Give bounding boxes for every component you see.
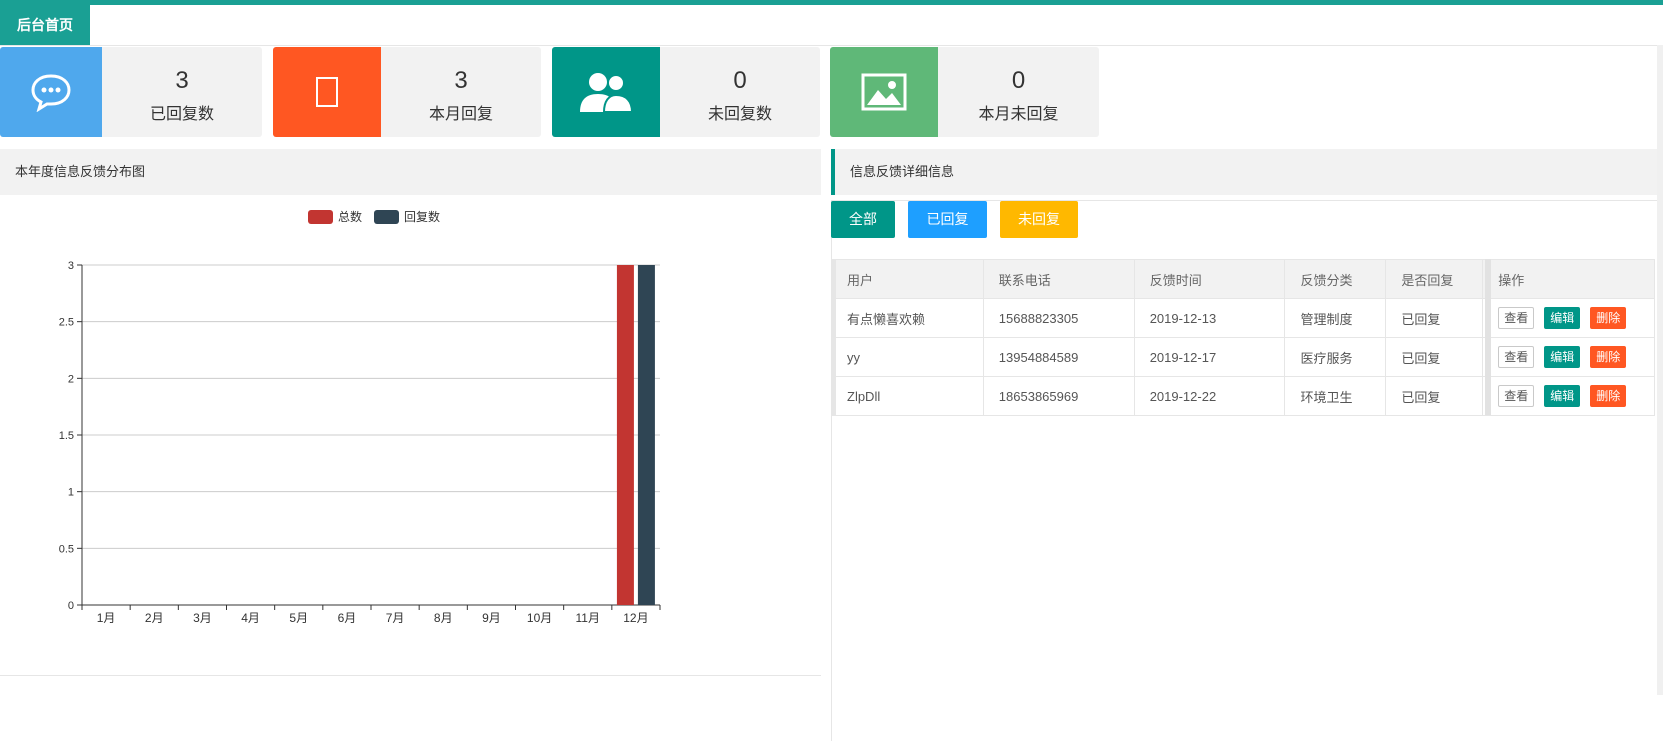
x-tick-label: 1月 (97, 611, 116, 625)
chart-panel-title: 本年度信息反馈分布图 (15, 164, 146, 179)
cell-user: 有点懒喜欢赖 (831, 298, 984, 338)
legend-label: 回复数 (404, 209, 440, 224)
cell-replied: 已回复 (1385, 298, 1484, 338)
legend-label: 总数 (338, 209, 362, 224)
x-tick-label: 2月 (145, 611, 164, 625)
legend-swatch (374, 210, 399, 224)
delete-button[interactable]: 删除 (1590, 385, 1627, 407)
filter-unreplied-button[interactable]: 未回复 (1000, 201, 1078, 238)
stat-icon-box (552, 47, 660, 137)
edit-button[interactable]: 编辑 (1544, 385, 1581, 407)
x-tick-label: 11月 (576, 611, 600, 625)
tab-bar: 后台首页 (0, 5, 1663, 46)
stat-card-month-unreplied: 0 本月未回复 (830, 47, 1099, 137)
edit-button[interactable]: 编辑 (1544, 346, 1581, 368)
y-tick-label: 1.5 (59, 430, 74, 442)
stat-label: 未回复数 (707, 106, 772, 123)
cell-actions: 查看 编辑 删除 (1482, 337, 1655, 377)
cell-user: ZlpDll (831, 376, 984, 416)
filter-replied-button[interactable]: 已回复 (908, 201, 987, 238)
stat-label: 本月回复 (428, 106, 493, 123)
image-icon (861, 73, 907, 111)
x-tick-label: 4月 (241, 611, 260, 625)
feedback-bar-chart: 0 0.5 1 1.5 2 2.5 3 1月 2月 3月 4月 5月 6月 7月 8月 9月 10月 11月 12月… (59, 209, 661, 625)
stat-card-month-replied: 3 本月回复 (273, 47, 541, 137)
header-actions: 操作 (1482, 259, 1655, 299)
detail-panel-header: 信息反馈详细信息 (831, 149, 1663, 195)
cell-actions: 查看 编辑 删除 (1482, 298, 1655, 338)
stat-label: 本月未回复 (978, 106, 1059, 123)
y-tick-label: 2.5 (59, 317, 74, 329)
x-tick-label: 5月 (289, 611, 308, 625)
x-tick-label: 7月 (386, 611, 405, 625)
header-replied[interactable]: 是否回复 (1385, 259, 1484, 299)
cell-category: 管理制度 (1284, 298, 1387, 338)
x-tick-label: 12月 (623, 611, 648, 625)
chat-bubble-icon (31, 74, 71, 112)
y-tick-label: 2 (68, 373, 74, 385)
header-category[interactable]: 反馈分类 (1284, 259, 1387, 299)
bar-total (616, 265, 634, 605)
cell-phone: 18653865969 (982, 376, 1135, 416)
cell-category: 环境卫生 (1284, 376, 1387, 416)
cell-replied: 已回复 (1385, 376, 1484, 416)
stat-value: 3 (175, 67, 189, 94)
cell-user: yy (831, 337, 984, 377)
table-row[interactable]: ZlpDll 18653865969 2019-12-22 环境卫生 已回复 查… (831, 376, 1655, 416)
table-row[interactable]: 有点懒喜欢赖 15688823305 2019-12-13 管理制度 已回复 查… (831, 298, 1655, 338)
stat-icon-box (273, 47, 381, 137)
y-tick-label: 0.5 (59, 543, 74, 555)
view-button[interactable]: 查看 (1498, 346, 1535, 368)
header-time[interactable]: 反馈时间 (1133, 259, 1286, 299)
delete-button[interactable]: 删除 (1590, 307, 1627, 329)
cell-phone: 13954884589 (982, 337, 1135, 377)
page-scrollbar[interactable] (1657, 45, 1663, 695)
table-header-row: 用户 联系电话 反馈时间 反馈分类 是否回复 操作 (831, 259, 1655, 299)
legend-swatch (308, 210, 333, 224)
table-fixed-column-divider (1485, 259, 1491, 415)
delete-button[interactable]: 删除 (1590, 346, 1627, 368)
cell-category: 医疗服务 (1284, 337, 1387, 377)
x-tick-label: 3月 (193, 611, 212, 625)
cell-replied: 已回复 (1385, 337, 1484, 377)
header-phone[interactable]: 联系电话 (982, 259, 1135, 299)
view-button[interactable]: 查看 (1498, 307, 1535, 329)
x-tick-label: 10月 (527, 611, 552, 625)
stat-icon-box (0, 47, 102, 137)
stat-value: 3 (454, 67, 468, 94)
filter-all-button[interactable]: 全部 (831, 201, 895, 238)
users-icon (580, 73, 634, 113)
cell-time: 2019-12-22 (1133, 376, 1286, 416)
cell-actions: 查看 编辑 删除 (1482, 376, 1655, 416)
table-left-edge (831, 259, 836, 415)
header-user[interactable]: 用户 (831, 259, 984, 299)
edit-button[interactable]: 编辑 (1544, 307, 1581, 329)
table-row[interactable]: yy 13954884589 2019-12-17 医疗服务 已回复 查看 编辑删… (831, 337, 1655, 377)
stat-card-replied: 3 已回复数 (0, 47, 262, 137)
x-tick-label: 8月 (434, 611, 453, 625)
stat-value: 0 (1011, 67, 1026, 94)
view-button[interactable]: 查看 (1498, 385, 1535, 407)
cell-time: 2019-12-17 (1133, 337, 1286, 377)
cell-time: 2019-12-13 (1133, 298, 1286, 338)
chart-panel-header: 本年度信息反馈分布图 (0, 149, 821, 195)
bar-replied (637, 265, 655, 605)
stat-value: 0 (733, 67, 747, 94)
stat-label: 已回复数 (149, 106, 214, 123)
stat-card-unreplied: 0 未回复数 (552, 47, 820, 137)
y-tick-label: 1 (68, 487, 74, 499)
y-tick-label: 0 (68, 600, 74, 612)
feedback-table: 用户 联系电话 反馈时间 反馈分类 是否回复 操作 有点懒喜欢赖 1568882… (831, 259, 1655, 416)
cell-phone: 15688823305 (982, 298, 1135, 338)
x-tick-label: 6月 (338, 611, 357, 625)
stat-icon-box (830, 47, 938, 137)
x-tick-label: 9月 (482, 611, 501, 625)
y-tick-label: 3 (68, 260, 74, 272)
tab-home[interactable]: 后台首页 (0, 5, 90, 45)
missing-glyph-icon (316, 77, 338, 107)
chart-panel-bottom-border (0, 675, 821, 676)
detail-panel-title: 信息反馈详细信息 (850, 164, 955, 179)
